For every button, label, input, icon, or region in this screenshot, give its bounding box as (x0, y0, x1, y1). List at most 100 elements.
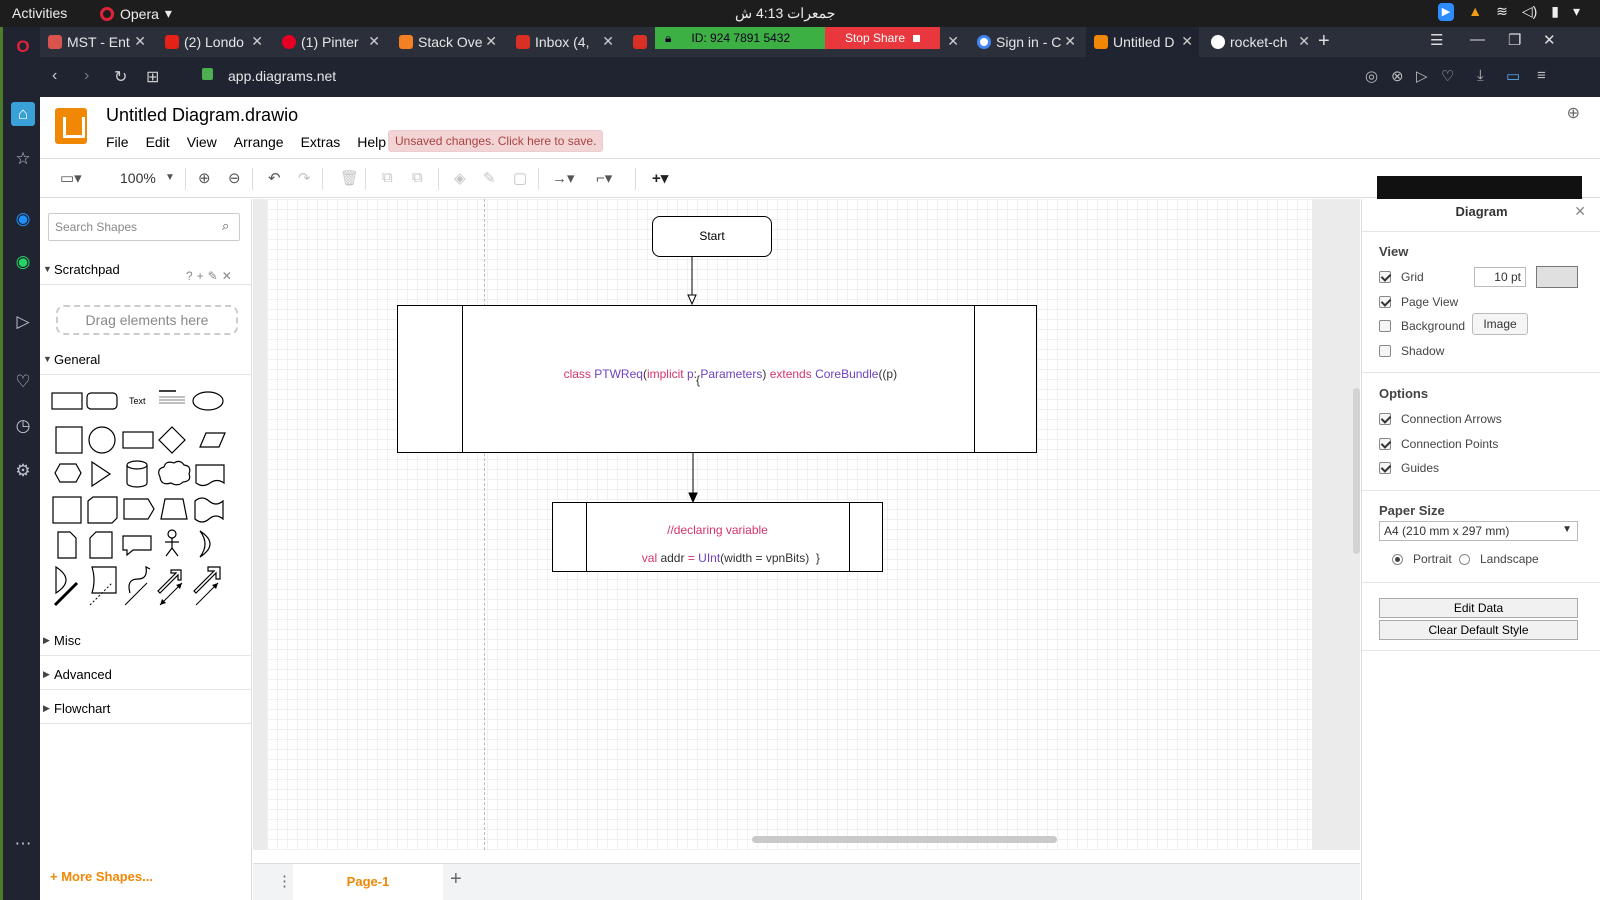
connection-points-checkbox[interactable] (1379, 438, 1391, 450)
guides-option[interactable]: Guides (1379, 461, 1439, 475)
delete-icon[interactable]: 🗑︎ (340, 169, 359, 187)
advanced-header[interactable]: ▶ Advanced (40, 660, 252, 690)
menu-view[interactable]: View (187, 134, 217, 150)
background-checkbox[interactable] (1379, 320, 1391, 332)
reload-icon[interactable]: ↻ (114, 67, 127, 87)
misc-header[interactable]: ▶ Misc (40, 626, 252, 656)
close-tab-icon[interactable]: ✕ (947, 33, 959, 50)
page-menu-icon[interactable]: ⋮ (277, 872, 292, 890)
clock-icon[interactable]: ◷ (11, 414, 35, 438)
tab-stackoverflow[interactable]: Stack Ove ✕ (391, 27, 503, 57)
callout-shape[interactable] (122, 535, 152, 557)
flowchart-header[interactable]: ▶ Flowchart (40, 694, 252, 724)
edge-start-to-class[interactable] (687, 257, 697, 306)
whatsapp-icon[interactable]: ◉ (11, 250, 35, 274)
heading-shape[interactable] (159, 390, 185, 404)
maximize-icon[interactable]: ❐ (1508, 31, 1521, 49)
close-tab-icon[interactable]: ✕ (485, 33, 497, 50)
triangle-shape[interactable] (91, 460, 112, 488)
globe-icon[interactable]: ⊕ (1567, 103, 1580, 123)
home-icon[interactable]: ⌂ (11, 102, 35, 126)
cube-shape[interactable] (87, 496, 118, 524)
heart-icon[interactable]: ♡ (1441, 67, 1454, 85)
back-icon[interactable]: ‹ (52, 67, 57, 85)
scratchpad-dropzone[interactable]: Drag elements here (56, 305, 238, 335)
start-node[interactable]: Start (652, 216, 772, 257)
close-tab-icon[interactable]: ✕ (368, 33, 380, 50)
activities-button[interactable]: Activities (12, 5, 67, 21)
connection-style-icon[interactable]: →▾ (552, 169, 575, 187)
tab-gmail[interactable]: Inbox (4, ✕ (508, 27, 620, 57)
card-shape[interactable] (89, 531, 113, 559)
page-view-option[interactable]: Page View (1379, 295, 1458, 309)
actor-shape[interactable] (165, 529, 179, 557)
landscape-radio[interactable] (1459, 553, 1470, 565)
hexagon-shape[interactable] (54, 463, 82, 483)
bidirectional-arrow-shape[interactable] (157, 569, 182, 594)
landscape-option[interactable]: Landscape (1459, 552, 1539, 566)
square-shape[interactable] (55, 426, 83, 454)
opera-menu-icon[interactable]: O (11, 35, 35, 59)
forward-icon[interactable]: › (84, 67, 89, 85)
tab-drawio[interactable]: Untitled D ✕ (1086, 27, 1199, 57)
send-icon[interactable]: ▷ (1416, 67, 1428, 85)
tab-pinterest[interactable]: (1) Pinter ✕ (274, 27, 386, 57)
page-tab-page-1[interactable]: Page-1 (293, 864, 443, 900)
url-field[interactable]: app.diagrams.net (228, 68, 336, 84)
minimize-icon[interactable]: — (1470, 31, 1485, 48)
vlc-icon[interactable]: ▲ (1468, 3, 1482, 21)
horizontal-scrollbar[interactable] (752, 836, 1057, 843)
shadow-checkbox[interactable] (1379, 345, 1391, 357)
wifi-icon[interactable]: ≋ (1496, 3, 1508, 21)
zoom-in-icon[interactable]: ⊕ (198, 169, 211, 187)
opera-app-menu[interactable]: Opera ▾ (100, 5, 172, 22)
settings-icon[interactable]: ⚙ (11, 459, 35, 483)
chevron-down-icon[interactable]: ▼ (165, 172, 175, 183)
more-shapes-button[interactable]: + More Shapes... (50, 869, 153, 884)
delay-shape[interactable] (55, 565, 67, 595)
curve-shape[interactable] (128, 565, 151, 594)
download-icon[interactable]: ⤓ (1477, 67, 1484, 84)
paper-size-select[interactable]: A4 (210 mm x 297 mm) ▼ (1379, 521, 1578, 541)
note-shape[interactable] (57, 531, 77, 559)
grid-size-input[interactable]: 10 pt (1474, 267, 1526, 287)
trapezoid-shape[interactable] (160, 498, 188, 520)
tabs-grid-icon[interactable]: ⊞ (146, 67, 159, 87)
circle-shape[interactable] (88, 426, 116, 454)
portrait-radio[interactable] (1392, 553, 1403, 565)
background-image-button[interactable]: Image (1472, 313, 1528, 335)
tab-github[interactable]: rocket-ch ✕ (1203, 27, 1316, 57)
tab-menu-icon[interactable]: ☰ (1430, 31, 1443, 49)
vertical-scrollbar[interactable] (1353, 388, 1360, 554)
page-view-checkbox[interactable] (1379, 296, 1391, 308)
connection-arrows-checkbox[interactable] (1379, 413, 1391, 425)
more-icon[interactable]: ⋯ (11, 832, 35, 856)
line-shape[interactable] (124, 582, 148, 606)
scratchpad-tools[interactable]: ?+✎✕ (186, 269, 236, 283)
battery-saver-icon[interactable]: ▭ (1506, 67, 1520, 85)
guides-checkbox[interactable] (1379, 462, 1391, 474)
or-shape[interactable] (199, 530, 211, 558)
close-window-icon[interactable]: ✕ (1543, 31, 1556, 49)
grid-checkbox[interactable] (1379, 271, 1391, 283)
general-header[interactable]: ▼ General (40, 345, 252, 375)
zoom-app-icon[interactable]: ▶ (1437, 3, 1455, 21)
step-shape[interactable] (123, 498, 155, 520)
star-icon[interactable]: ☆ (11, 147, 35, 171)
menu-arrange[interactable]: Arrange (234, 134, 284, 150)
parallelogram-shape[interactable] (199, 432, 226, 448)
clear-default-style-button[interactable]: Clear Default Style (1379, 620, 1578, 640)
zoom-out-icon[interactable]: ⊖ (228, 169, 241, 187)
table-shape[interactable] (52, 496, 82, 524)
document-shape[interactable] (195, 464, 225, 487)
tape-shape[interactable] (194, 497, 224, 523)
search-shapes-input[interactable]: Search Shapes (48, 213, 240, 241)
close-tab-icon[interactable]: ✕ (1181, 33, 1193, 50)
heart-icon[interactable]: ♡ (11, 370, 35, 394)
insert-icon[interactable]: +▾ (652, 169, 668, 187)
class-ptwreq-node[interactable]: class PTWReq(implicit p: Parameters) ext… (397, 305, 1037, 453)
battery-icon[interactable]: ▮ (1551, 3, 1559, 21)
stop-share-button[interactable]: Stop Share (825, 27, 940, 49)
tab-youtube[interactable]: (2) Londo ✕ (157, 27, 269, 57)
system-clock[interactable]: جمعرات 4:13 ش (735, 5, 835, 22)
